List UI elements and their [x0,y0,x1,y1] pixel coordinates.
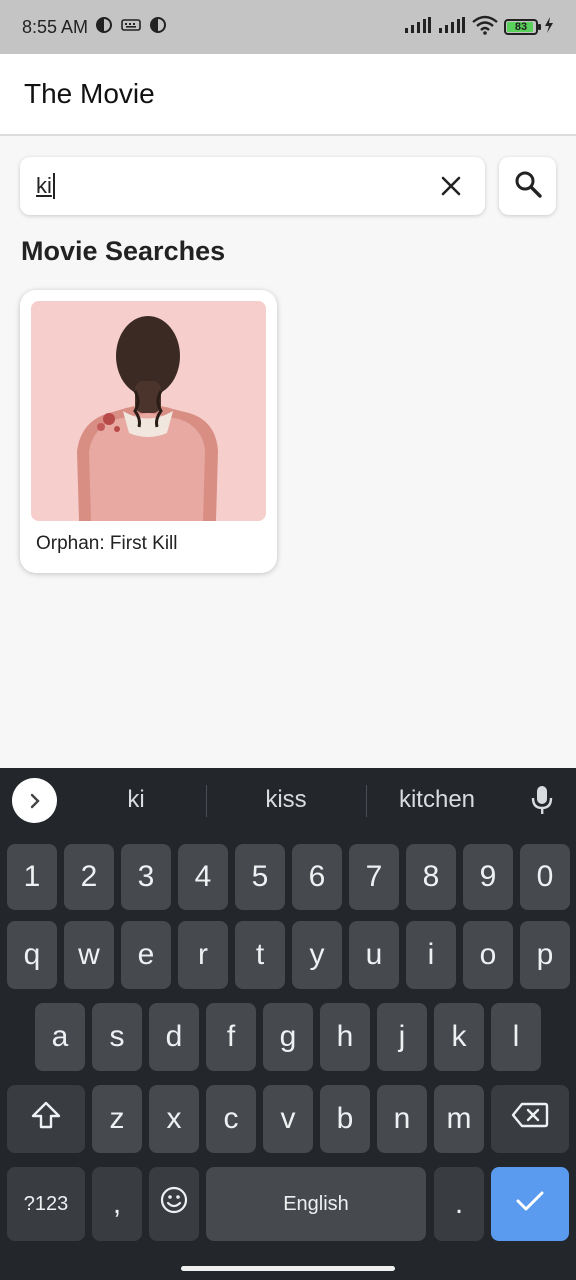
comma-key[interactable]: , [92,1167,142,1241]
key[interactable]: 2 [64,844,114,910]
symbols-key[interactable]: ?123 [7,1167,85,1241]
divider [206,785,207,817]
key[interactable]: h [320,1003,370,1071]
key[interactable]: p [520,921,570,989]
key[interactable]: s [92,1003,142,1071]
emoji-icon [159,1185,189,1223]
enter-key[interactable] [491,1167,569,1241]
key[interactable]: u [349,921,399,989]
key[interactable]: r [178,921,228,989]
key[interactable]: y [292,921,342,989]
key[interactable]: a [35,1003,85,1071]
battery-icon: 83 [504,19,541,35]
key[interactable]: 9 [463,844,513,910]
movie-poster [31,301,266,521]
chevron-right-icon[interactable] [12,778,57,823]
microphone-icon[interactable] [530,784,554,821]
key[interactable]: m [434,1085,484,1153]
status-time: 8:55 AM [22,16,89,37]
emoji-key[interactable] [149,1167,199,1241]
key[interactable]: l [491,1003,541,1071]
key[interactable]: c [206,1085,256,1153]
search-input[interactable]: ki [20,157,485,215]
key[interactable]: v [263,1085,313,1153]
key[interactable]: 8 [406,844,456,910]
key[interactable]: e [121,921,171,989]
home-indicator[interactable] [181,1266,395,1271]
key[interactable]: w [64,921,114,989]
section-title: Movie Searches [21,236,226,266]
key[interactable]: 1 [7,844,57,910]
key[interactable]: 3 [121,844,171,910]
key[interactable]: i [406,921,456,989]
key[interactable]: 7 [349,844,399,910]
app-title: The Movie [24,78,155,109]
wifi-icon [472,15,498,40]
key[interactable]: d [149,1003,199,1071]
key[interactable]: g [263,1003,313,1071]
suggestion-item[interactable]: kitchen [382,786,492,814]
check-icon [515,1187,545,1221]
key[interactable]: k [434,1003,484,1071]
key[interactable]: 4 [178,844,228,910]
app-notification-icon [148,15,168,40]
key[interactable]: j [377,1003,427,1071]
app-bar: The Movie [0,54,576,136]
backspace-key[interactable] [491,1085,569,1153]
key[interactable]: 6 [292,844,342,910]
suggestion-bar: ki kiss kitchen [0,768,576,834]
space-key[interactable]: English [206,1167,426,1241]
signal-icon [438,16,466,39]
onscreen-keyboard: ki kiss kitchen 1 2 3 4 5 6 7 8 9 0 q w … [0,768,576,1280]
key[interactable]: x [149,1085,199,1153]
movie-title: Orphan: First Kill [36,533,178,554]
search-button[interactable] [499,157,556,215]
suggestion-item[interactable]: kiss [226,786,346,814]
key[interactable]: o [463,921,513,989]
close-icon[interactable] [439,174,463,198]
key[interactable]: z [92,1085,142,1153]
divider [366,785,367,817]
app-notification-icon [94,15,114,40]
text-cursor [52,173,55,199]
key[interactable]: n [377,1085,427,1153]
backspace-icon [511,1101,549,1137]
movie-card[interactable]: Orphan: First Kill [20,290,277,573]
key[interactable]: 5 [235,844,285,910]
shift-key[interactable] [7,1085,85,1153]
signal-icon [404,16,432,39]
battery-level: 83 [514,21,528,33]
period-key[interactable]: . [434,1167,484,1241]
keyboard-notification-icon [120,17,142,38]
status-bar: 8:55 AM 83 [0,0,576,54]
search-icon [513,169,543,204]
key[interactable]: 0 [520,844,570,910]
charging-icon [544,16,554,38]
key[interactable]: q [7,921,57,989]
key[interactable]: t [235,921,285,989]
key[interactable]: b [320,1085,370,1153]
suggestion-item[interactable]: ki [86,786,186,814]
search-input-value: ki [36,173,52,198]
shift-icon [30,1100,62,1138]
key[interactable]: f [206,1003,256,1071]
